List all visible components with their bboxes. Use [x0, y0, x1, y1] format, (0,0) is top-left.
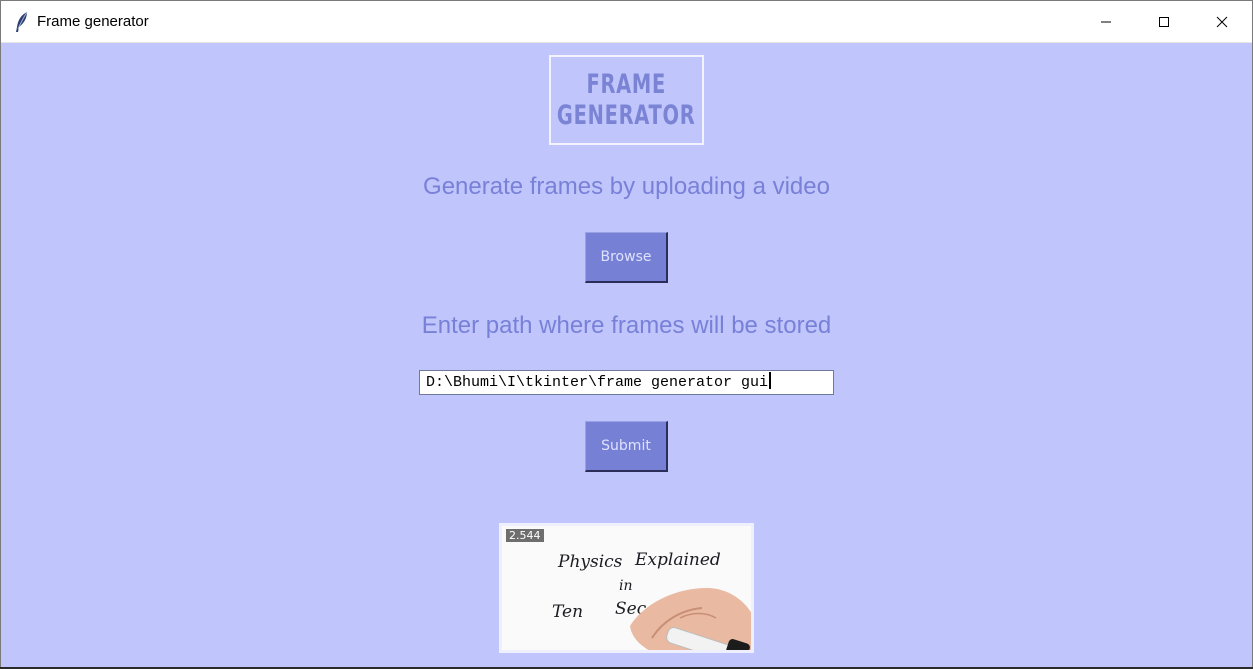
submit-button[interactable]: Submit: [585, 421, 668, 472]
logo-line-1: FRAME: [586, 69, 667, 100]
main-content: FRAME GENERATOR Generate frames by uploa…: [1, 43, 1252, 668]
title-bar[interactable]: Frame generator: [1, 1, 1252, 43]
browse-button[interactable]: Browse: [585, 232, 668, 283]
maximize-icon: [1158, 16, 1170, 28]
close-icon: [1216, 16, 1228, 28]
upload-heading: Generate frames by uploading a video: [423, 173, 830, 200]
app-window: Frame generator FRAME GENERATOR Generate…: [0, 0, 1253, 669]
frame-preview-image: 2.544 Physics Explained in Ten Sec: [499, 523, 754, 653]
text-caret: [769, 372, 772, 389]
minimize-icon: [1100, 16, 1112, 28]
path-heading: Enter path where frames will be stored: [421, 312, 832, 339]
window-title: Frame generator: [37, 13, 149, 30]
path-input[interactable]: D:\Bhumi\I\tkinter\frame generator gui: [419, 370, 834, 395]
path-input-value: D:\Bhumi\I\tkinter\frame generator gui: [426, 374, 769, 391]
hand-with-marker-icon: [630, 588, 751, 650]
minimize-button[interactable]: [1077, 1, 1135, 42]
close-button[interactable]: [1193, 1, 1251, 42]
app-logo: FRAME GENERATOR: [549, 55, 704, 145]
maximize-button[interactable]: [1135, 1, 1193, 42]
logo-line-2: GENERATOR: [557, 100, 696, 131]
feather-icon: [13, 11, 31, 33]
